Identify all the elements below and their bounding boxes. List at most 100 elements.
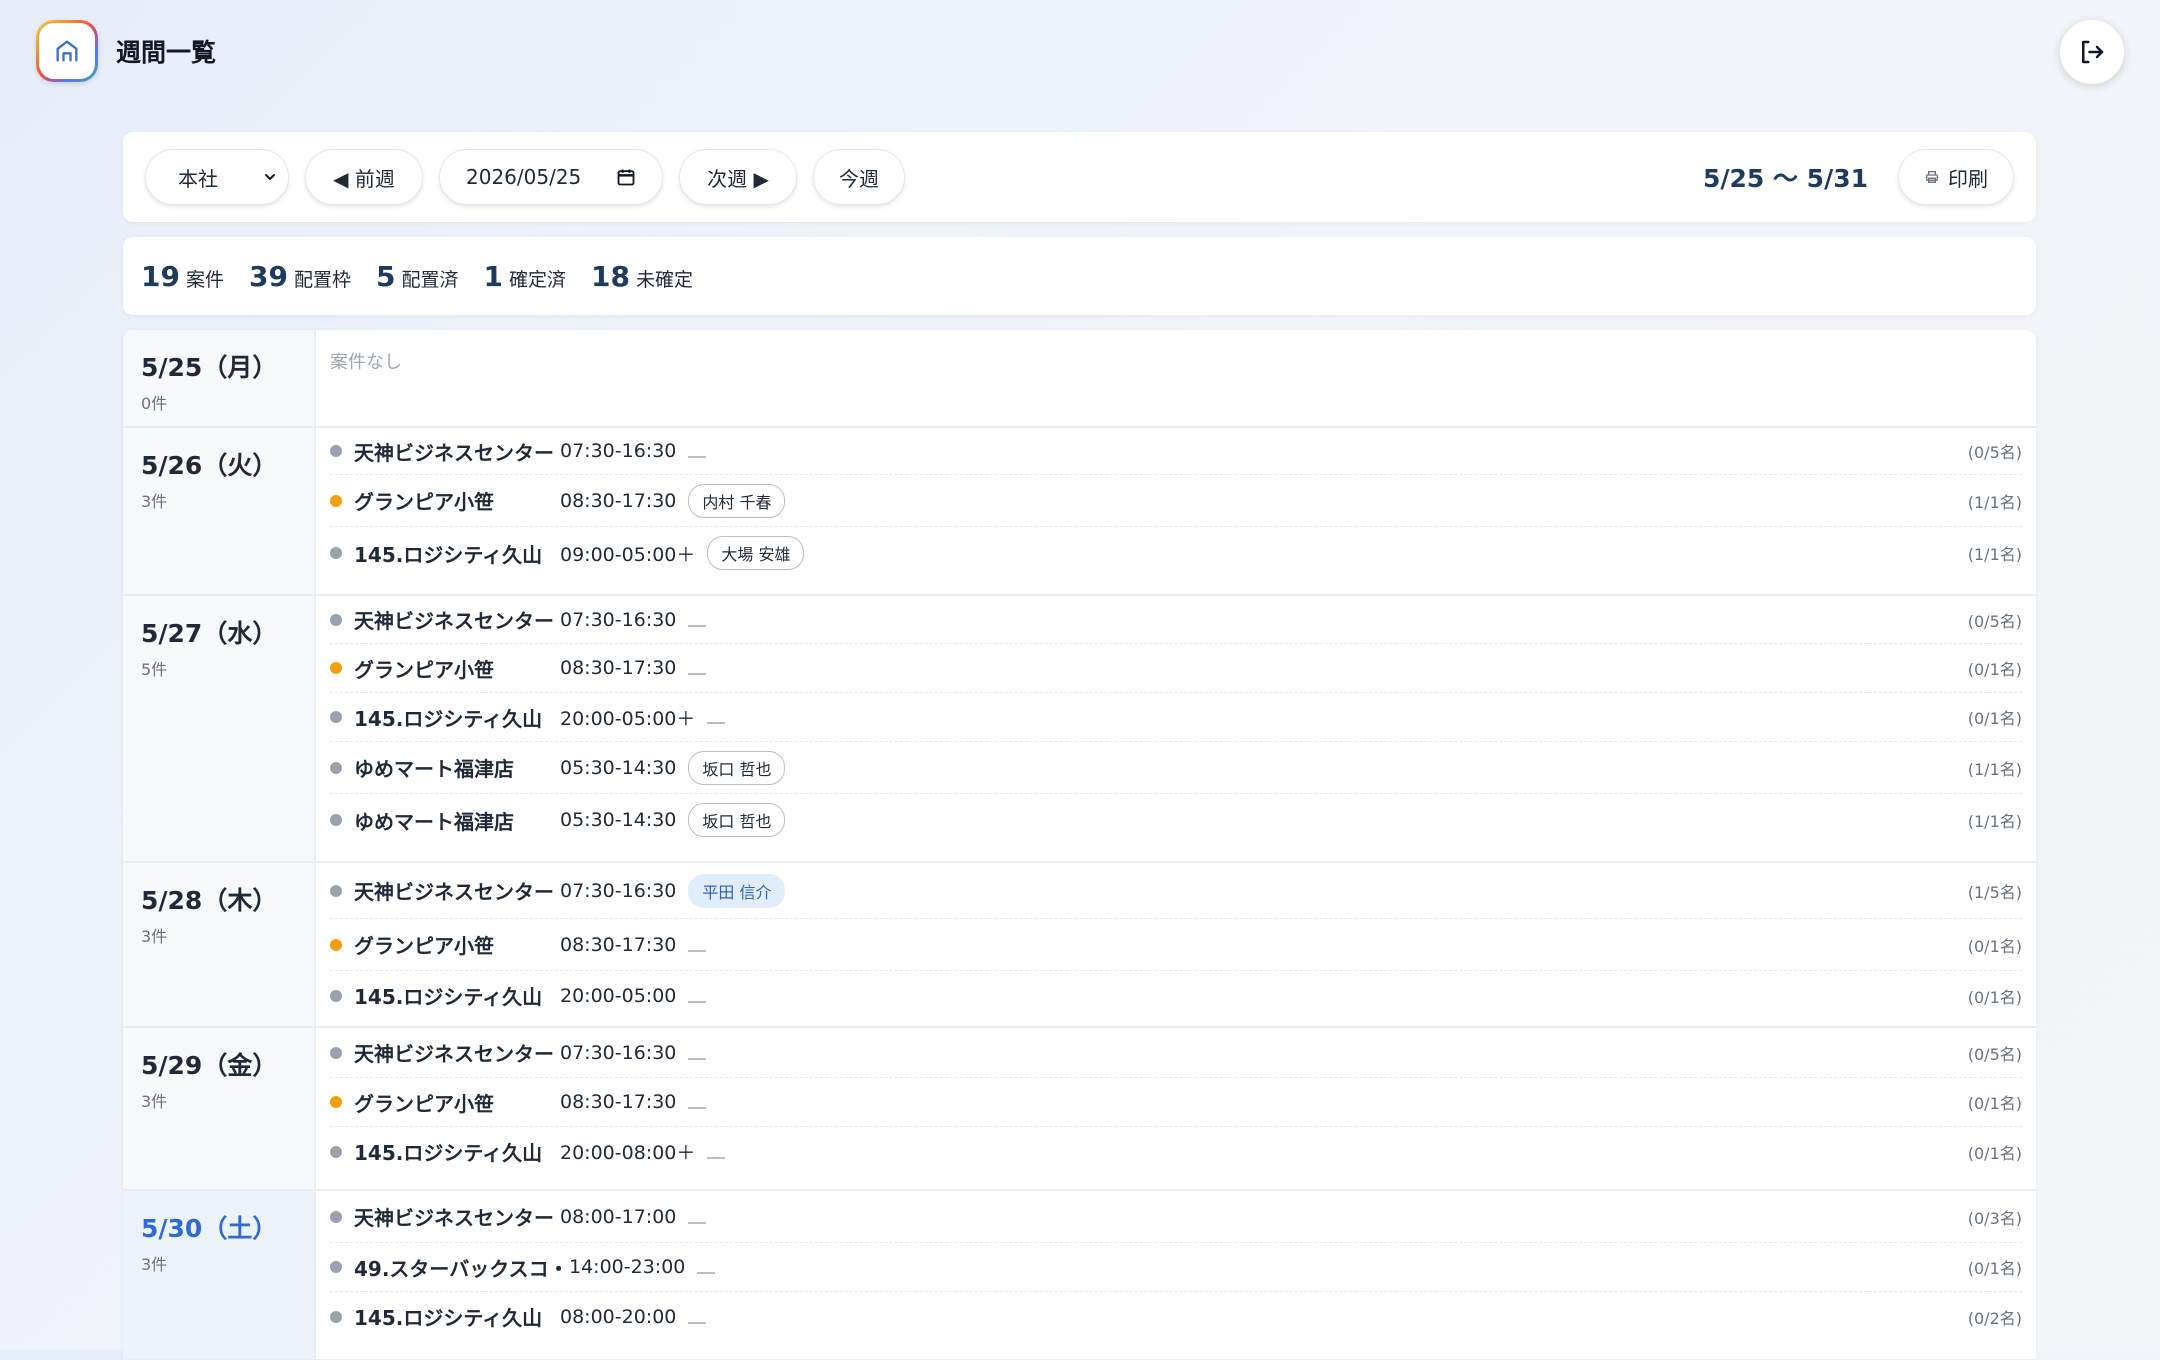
job-row[interactable]: 49.スターバックスコ・ 14:00-23:00 (0/1名) — [330, 1243, 2022, 1292]
day-label: 5/29（金） — [141, 1051, 278, 1080]
unassigned-slot[interactable] — [688, 609, 707, 627]
job-site-name: 天神ビジネスセンター — [354, 1042, 554, 1066]
toolbar: 本社 ◀ 前週 2026/05/25 次週 ▶ 今週 5/25 〜 5/31 印… — [123, 132, 2036, 222]
job-slot-count: (0/2名) — [1967, 1308, 2022, 1328]
job-time: 08:30-17:30 — [560, 657, 677, 679]
day-job-count: 5件 — [141, 660, 168, 679]
job-row[interactable]: グランピア小笹 08:30-17:30 (0/1名) — [330, 919, 2022, 971]
job-row[interactable]: 天神ビジネスセンター 07:30-16:30 (0/5名) — [330, 1028, 2022, 1078]
unassigned-slot[interactable] — [688, 934, 707, 952]
job-time: 05:30-14:30 — [560, 756, 677, 779]
stat-item: 5 配置済 — [376, 260, 459, 293]
unassigned-slot[interactable] — [688, 657, 707, 675]
job-row[interactable]: ゆめマート福津店 05:30-14:30 坂口 哲也 (1/1名) — [330, 794, 2022, 846]
unassigned-slot[interactable] — [688, 440, 707, 458]
status-dot — [330, 1046, 342, 1059]
status-dot — [330, 613, 342, 626]
status-dot — [330, 938, 342, 951]
day-job-count: 3件 — [141, 927, 168, 946]
status-dot — [330, 1145, 342, 1158]
job-time: 14:00-23:00 — [569, 1256, 686, 1278]
staff-chip[interactable]: 大場 安雄 — [707, 536, 805, 570]
unassigned-slot[interactable] — [707, 706, 726, 724]
job-list: 天神ビジネスセンター 07:30-16:30 (0/5名) グランピア小笹 08:30-… — [316, 596, 2036, 861]
day-label: 5/25（月） — [141, 353, 278, 382]
unassigned-slot[interactable] — [688, 1206, 707, 1224]
job-list: 天神ビジネスセンター 07:30-16:30 平田 信介 (1/5名) グランピア小笹 0… — [316, 863, 2036, 1026]
job-row[interactable]: グランピア小笹 08:30-17:30 内村 千春 (1/1名) — [330, 475, 2022, 527]
status-dot — [330, 989, 342, 1002]
job-slot-count: (0/1名) — [1967, 1143, 2022, 1163]
stat-label: 配置枠 — [293, 268, 351, 291]
job-time: 07:30-16:30 — [560, 1041, 677, 1064]
job-row[interactable]: ゆめマート福津店 05:30-14:30 坂口 哲也 (1/1名) — [330, 742, 2022, 794]
job-site-name: 145.ロジシティ久山 — [354, 706, 543, 731]
job-row[interactable]: 145.ロジシティ久山 08:00-20:00 (0/2名) — [330, 1292, 2022, 1341]
day-job-count: 0件 — [141, 394, 168, 413]
job-slot-count: (0/1名) — [1967, 936, 2022, 956]
home-button[interactable] — [36, 20, 98, 82]
job-row[interactable]: 天神ビジネスセンター 07:30-16:30 (0/5名) — [330, 596, 2022, 644]
staff-chip[interactable]: 坂口 哲也 — [688, 803, 786, 837]
day-row: 5/25（月） 0件 案件なし — [123, 330, 2036, 428]
job-time: 20:00-05:00＋ — [560, 707, 696, 730]
this-week-button[interactable]: 今週 — [813, 149, 905, 205]
job-time: 07:30-16:30 — [560, 879, 677, 902]
job-time: 07:30-16:30 — [560, 608, 677, 631]
status-dot — [330, 445, 342, 457]
unassigned-slot[interactable] — [688, 985, 707, 1003]
job-time: 09:00-05:00＋ — [560, 543, 696, 566]
job-time: 20:00-08:00＋ — [560, 1142, 696, 1164]
unassigned-slot[interactable] — [688, 1091, 707, 1109]
job-row[interactable]: 天神ビジネスセンター 07:30-16:30 平田 信介 (1/5名) — [330, 863, 2022, 919]
staff-chip[interactable]: 内村 千春 — [688, 483, 786, 518]
job-slot-count: (0/1名) — [1967, 987, 2022, 1007]
stat-item: 1 確定済 — [483, 260, 566, 293]
job-row[interactable]: 145.ロジシティ久山 20:00-05:00 (0/1名) — [330, 971, 2022, 1020]
job-site-name: グランピア小笹 — [354, 1091, 494, 1116]
next-week-button[interactable]: 次週 ▶ — [679, 149, 797, 205]
date-input[interactable]: 2026/05/25 — [439, 149, 663, 205]
job-row[interactable]: グランピア小笹 08:30-17:30 (0/1名) — [330, 644, 2022, 693]
job-row[interactable]: グランピア小笹 08:30-17:30 (0/1名) — [330, 1078, 2022, 1127]
job-time: 20:00-05:00 — [560, 984, 677, 1007]
job-slot-count: (0/1名) — [1967, 1259, 2022, 1278]
job-slot-count: (1/1名) — [1967, 545, 2022, 564]
branch-select[interactable]: 本社 — [145, 149, 289, 205]
calendar-icon[interactable] — [616, 167, 636, 187]
print-button[interactable]: 印刷 — [1898, 149, 2014, 205]
day-header: 5/25（月） 0件 — [123, 330, 316, 426]
unassigned-slot[interactable] — [688, 1306, 707, 1324]
job-site-name: 天神ビジネスセンター — [354, 880, 554, 904]
job-slot-count: (0/3名) — [1967, 1208, 2022, 1228]
job-row[interactable]: 天神ビジネスセンター 08:00-17:00 (0/3名) — [330, 1191, 2022, 1243]
job-site-name: ゆめマート福津店 — [354, 809, 514, 834]
day-header: 5/29（金） 3件 — [123, 1028, 316, 1189]
day-row: 5/29（金） 3件 天神ビジネスセンター 07:30-16:30 (0/5名) グランピ… — [123, 1028, 2036, 1191]
job-row[interactable]: 145.ロジシティ久山 20:00-05:00＋ (0/1名) — [330, 693, 2022, 742]
logout-button[interactable] — [2060, 20, 2124, 84]
job-slot-count: (0/5名) — [1967, 443, 2022, 462]
unassigned-slot[interactable] — [707, 1141, 726, 1159]
chevron-down-icon — [265, 174, 275, 180]
status-dot — [330, 1310, 342, 1323]
job-row[interactable]: 天神ビジネスセンター 07:30-16:30 (0/5名) — [330, 428, 2022, 475]
job-time: 08:30-17:30 — [560, 489, 677, 512]
job-site-name: ゆめマート福津店 — [354, 757, 514, 781]
prev-week-button[interactable]: ◀ 前週 — [305, 149, 423, 205]
staff-chip[interactable]: 坂口 哲也 — [688, 750, 786, 785]
unassigned-slot[interactable] — [688, 1042, 707, 1060]
job-site-name: グランピア小笹 — [354, 490, 494, 514]
day-label: 5/27（水） — [141, 619, 278, 648]
status-dot — [330, 884, 342, 897]
home-icon — [56, 40, 78, 62]
unassigned-slot[interactable] — [697, 1256, 716, 1274]
job-row[interactable]: 145.ロジシティ久山 09:00-05:00＋ 大場 安雄 (1/1名) — [330, 527, 2022, 579]
printer-icon — [1926, 171, 1938, 183]
staff-chip[interactable]: 平田 信介 — [688, 873, 786, 908]
stat-item: 18 未確定 — [591, 260, 693, 293]
day-label: 5/30（土） — [141, 1214, 278, 1243]
job-slot-count: (0/1名) — [1967, 709, 2022, 728]
job-slot-count: (0/1名) — [1967, 660, 2022, 679]
job-row[interactable]: 145.ロジシティ久山 20:00-08:00＋ (0/1名) — [330, 1127, 2022, 1176]
